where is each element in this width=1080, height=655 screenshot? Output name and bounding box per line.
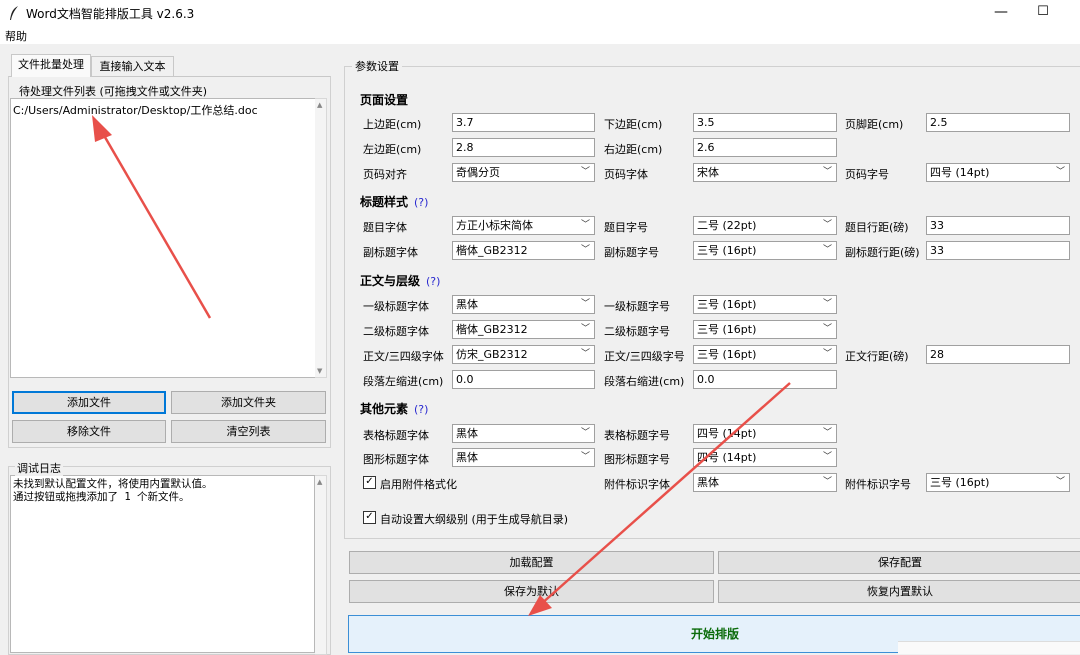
log-label: 调试日志 (15, 460, 63, 476)
annotation-arrows (92, 115, 791, 616)
arrow-to-start-button (528, 382, 791, 616)
arrow-to-file-item (92, 115, 212, 319)
tab-batch-files[interactable]: 文件批量处理 (11, 54, 91, 77)
